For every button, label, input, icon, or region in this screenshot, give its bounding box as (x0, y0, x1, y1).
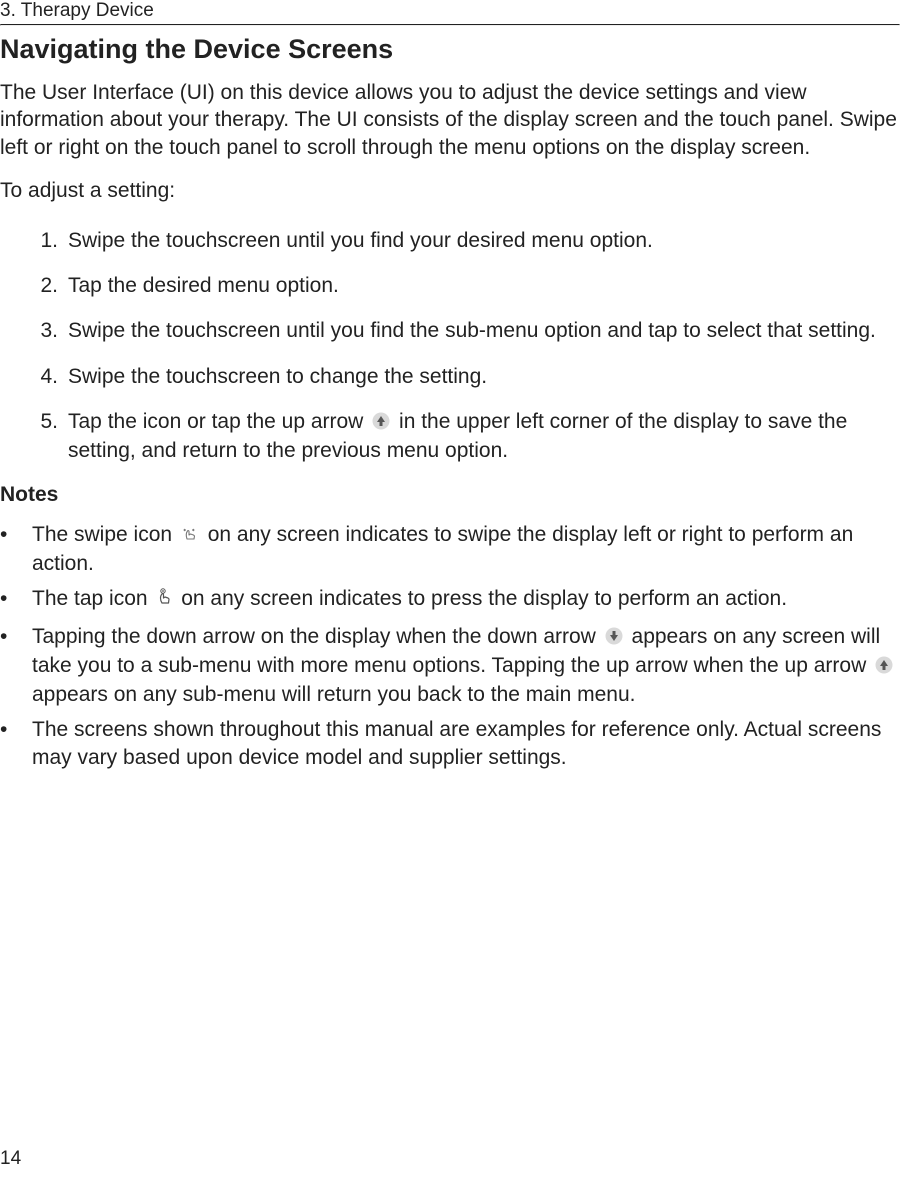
steps-list: Swipe the touchscreen until you find you… (62, 227, 900, 465)
notes-list: The swipe icon on any screen indicates t… (0, 521, 900, 771)
step-1: Swipe the touchscreen until you find you… (62, 227, 900, 254)
note-2: The tap icon on any screen indicates to … (32, 585, 900, 614)
step-2: Tap the desired menu option. (62, 272, 900, 299)
note-3: Tapping the down arrow on the display wh… (32, 623, 900, 709)
intro-paragraph: The User Interface (UI) on this device a… (0, 79, 900, 161)
chapter-header: 3. Therapy Device (0, 0, 900, 24)
notes-heading: Notes (0, 483, 900, 507)
note-4: The screens shown throughout this manual… (32, 716, 900, 771)
up-arrow-icon (372, 410, 390, 437)
note-1-pre: The swipe icon (32, 523, 178, 546)
down-arrow-icon (605, 625, 623, 652)
note-2-pre: The tap icon (32, 587, 153, 610)
step-3: Swipe the touchscreen until you find the… (62, 317, 900, 344)
section-title: Navigating the Device Screens (0, 34, 900, 65)
step-4: Swipe the touchscreen to change the sett… (62, 363, 900, 390)
step-5: Tap the icon or tap the up arrow in the … (62, 408, 900, 465)
header-rule (0, 24, 900, 26)
swipe-icon (181, 523, 199, 550)
tap-icon (156, 587, 172, 614)
adjust-lead: To adjust a setting: (0, 179, 900, 203)
note-3-pre: Tapping the down arrow on the display wh… (32, 625, 602, 648)
note-2-post: on any screen indicates to press the dis… (175, 587, 787, 610)
page-number: 14 (0, 1148, 21, 1170)
up-arrow-icon (875, 654, 893, 681)
note-3-post: appears on any sub-menu will return you … (32, 683, 636, 706)
note-1: The swipe icon on any screen indicates t… (32, 521, 900, 578)
step-5-pre: Tap the icon or tap the up arrow (68, 410, 369, 433)
